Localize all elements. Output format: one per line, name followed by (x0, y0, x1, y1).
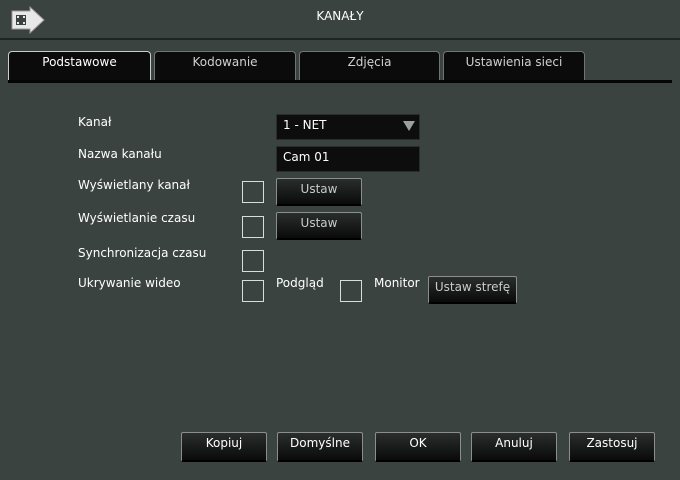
tab-divider (8, 80, 672, 83)
apply-button[interactable]: Zastosuj (569, 432, 655, 462)
monitor-label: Monitor (374, 276, 420, 290)
display-time-checkbox[interactable] (242, 216, 264, 238)
display-time-set-button[interactable]: Ustaw (276, 212, 362, 240)
video-hide-preview-checkbox[interactable] (242, 280, 264, 302)
preview-label: Podgląd (276, 276, 324, 290)
tab-kodowanie[interactable]: Kodowanie (154, 51, 296, 81)
display-channel-set-button[interactable]: Ustaw (276, 178, 362, 206)
channel-name-field[interactable]: Cam 01 (276, 146, 420, 172)
video-hide-label: Ukrywanie wideo (78, 276, 181, 290)
copy-button[interactable]: Kopiuj (181, 432, 267, 462)
window-title: KANAŁY (316, 9, 364, 23)
time-sync-checkbox[interactable] (242, 250, 264, 272)
display-time-label: Wyświetlanie czasu (78, 211, 196, 225)
time-sync-label: Synchronizacja czasu (78, 246, 207, 260)
tab-zdjecia[interactable]: Zdjęcia (299, 51, 440, 81)
chevron-down-icon[interactable] (403, 121, 415, 131)
tab-podstawowe[interactable]: Podstawowe (8, 51, 151, 81)
channel-label: Kanał (78, 115, 112, 129)
video-hide-monitor-checkbox[interactable] (340, 280, 362, 302)
display-channel-checkbox[interactable] (242, 181, 264, 203)
channel-name-label: Nazwa kanału (78, 147, 162, 161)
channel-select-value: 1 - NET (283, 118, 327, 132)
ok-button[interactable]: OK (375, 432, 461, 462)
display-channel-label: Wyświetlany kanał (78, 178, 190, 192)
cancel-button[interactable]: Anuluj (471, 432, 557, 462)
tab-ustawienia-sieci[interactable]: Ustawienia sieci (443, 51, 585, 81)
defaults-button[interactable]: Domyślne (277, 432, 363, 462)
channel-select[interactable]: 1 - NET (276, 114, 420, 140)
set-zone-button[interactable]: Ustaw strefę (428, 276, 517, 304)
